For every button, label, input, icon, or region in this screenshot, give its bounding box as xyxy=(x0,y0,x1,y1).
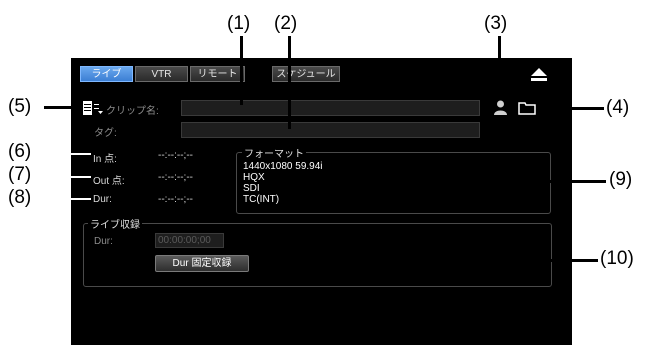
live-dur-label: Dur: xyxy=(94,236,113,247)
duration-value: --:--:--;-- xyxy=(158,194,193,205)
live-recording-group xyxy=(83,223,552,287)
tag-label: タグ: xyxy=(94,128,117,139)
eject-icon[interactable] xyxy=(531,68,547,81)
schedule-button[interactable]: スケジュール xyxy=(272,66,340,82)
in-point-label: In 点: xyxy=(93,154,117,165)
format-codec: HQX xyxy=(243,172,265,183)
callout-5: (5) xyxy=(8,96,32,117)
leader-5 xyxy=(44,106,82,109)
out-point-value: --:--:--;-- xyxy=(158,172,193,183)
format-resolution: 1440x1080 59.94i xyxy=(243,161,323,172)
callout-2: (2) xyxy=(274,13,298,34)
fixed-duration-record-button[interactable]: Dur 固定収録 xyxy=(155,255,249,272)
tab-live[interactable]: ライブ xyxy=(80,66,133,82)
leader-7 xyxy=(44,176,91,178)
leader-1 xyxy=(240,36,243,105)
clip-list-icon[interactable] xyxy=(83,101,103,115)
leader-10 xyxy=(360,259,598,262)
live-dur-field[interactable]: 00:00:00;00 xyxy=(155,233,224,248)
leader-4 xyxy=(540,107,604,110)
live-recording-title: ライブ収録 xyxy=(88,216,142,231)
tab-remote[interactable]: リモート xyxy=(190,66,245,82)
out-point-label: Out 点: xyxy=(93,176,125,187)
format-title: フォーマット xyxy=(242,145,306,160)
in-point-value: --:--:--;-- xyxy=(158,150,193,161)
format-input: SDI xyxy=(243,183,260,194)
person-icon[interactable] xyxy=(494,100,507,115)
folder-icon[interactable] xyxy=(518,101,536,115)
callout-3: (3) xyxy=(484,13,508,34)
leader-2 xyxy=(288,36,291,129)
leader-8 xyxy=(44,198,91,200)
leader-3 xyxy=(498,36,501,100)
callout-7: (7) xyxy=(8,164,32,185)
callout-4: (4) xyxy=(606,97,630,118)
leader-9 xyxy=(408,180,606,183)
callout-1: (1) xyxy=(227,13,251,34)
format-timecode: TC(INT) xyxy=(243,194,280,205)
duration-label: Dur: xyxy=(93,194,112,205)
clip-name-field[interactable] xyxy=(181,100,480,116)
callout-9: (9) xyxy=(609,169,633,190)
tag-field[interactable] xyxy=(181,122,480,138)
callout-10: (10) xyxy=(600,248,634,269)
clip-name-label: クリップ名: xyxy=(106,106,159,117)
callout-6: (6) xyxy=(8,141,32,162)
leader-6 xyxy=(44,153,91,155)
callout-8: (8) xyxy=(8,187,32,208)
tab-vtr[interactable]: VTR xyxy=(135,66,188,82)
